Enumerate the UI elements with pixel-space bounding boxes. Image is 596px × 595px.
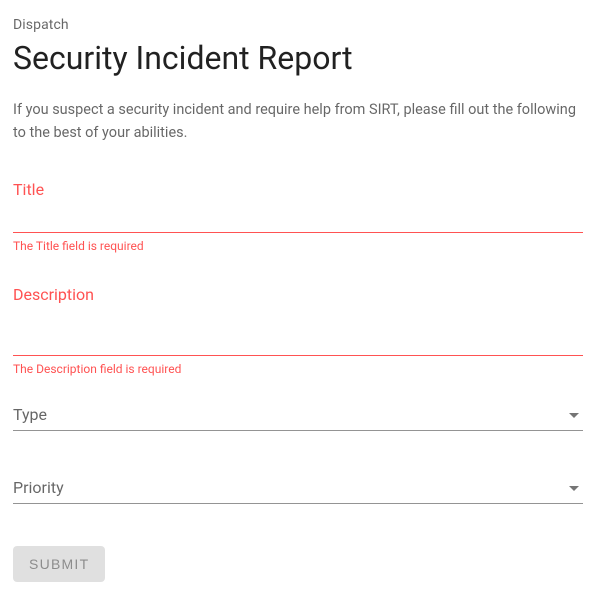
priority-field[interactable]: Priority <box>13 473 583 504</box>
description-label: Description <box>13 285 583 305</box>
priority-underline <box>13 503 583 504</box>
priority-select[interactable]: Priority <box>13 473 583 503</box>
chevron-down-icon <box>569 486 579 491</box>
description-field[interactable]: Description The Description field is req… <box>13 285 583 376</box>
chevron-down-icon <box>569 413 579 418</box>
submit-button[interactable]: Submit <box>13 546 105 582</box>
description-error: The Description field is required <box>13 362 583 376</box>
title-field[interactable]: Title The Title field is required <box>13 180 583 253</box>
title-input[interactable] <box>13 208 583 232</box>
page-title: Security Incident Report <box>13 35 583 81</box>
app-overline: Dispatch <box>13 16 583 35</box>
type-underline <box>13 430 583 431</box>
title-label: Title <box>13 180 583 200</box>
type-label: Type <box>13 405 47 425</box>
priority-label: Priority <box>13 478 64 498</box>
report-form-container: Dispatch Security Incident Report If you… <box>0 0 596 595</box>
type-field[interactable]: Type <box>13 400 583 431</box>
title-underline <box>13 232 583 233</box>
intro-text: If you suspect a security incident and r… <box>13 99 583 144</box>
type-select[interactable]: Type <box>13 400 583 430</box>
description-underline <box>13 355 583 356</box>
title-error: The Title field is required <box>13 239 583 253</box>
description-input[interactable] <box>13 313 583 355</box>
